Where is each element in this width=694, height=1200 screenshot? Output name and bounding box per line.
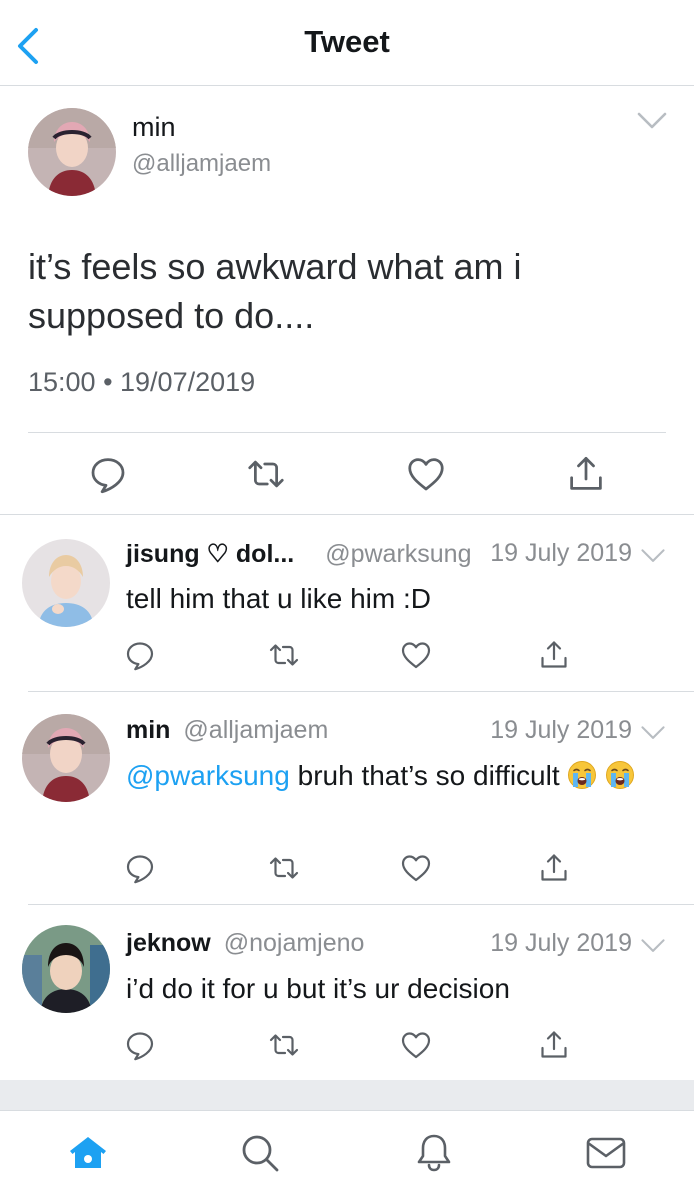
like-icon[interactable]	[400, 852, 432, 884]
chevron-down-icon[interactable]	[636, 110, 668, 132]
reply-icon[interactable]	[124, 1029, 156, 1061]
chevron-down-icon[interactable]	[640, 937, 666, 955]
divider	[28, 432, 666, 433]
avatar[interactable]	[22, 539, 110, 627]
reply-header: min @alljamjaem	[126, 716, 328, 745]
reply-date: 19 July 2019	[490, 716, 632, 744]
avatar[interactable]	[28, 108, 116, 196]
notifications-icon[interactable]	[412, 1131, 456, 1175]
share-icon[interactable]	[538, 852, 570, 884]
like-icon[interactable]	[400, 1029, 432, 1061]
chevron-down-icon[interactable]	[640, 724, 666, 742]
reply-tweet[interactable]: min @alljamjaem 19 July 2019 @pwarksung …	[0, 692, 694, 904]
avatar[interactable]	[22, 925, 110, 1013]
page-title: Tweet	[304, 24, 390, 59]
retweet-icon[interactable]	[268, 639, 300, 671]
search-icon[interactable]	[238, 1131, 282, 1175]
bottom-tab-bar	[0, 1110, 694, 1200]
author-handle[interactable]: @alljamjaem	[183, 716, 328, 744]
share-icon[interactable]	[566, 454, 606, 494]
author-name[interactable]: min	[132, 112, 176, 143]
retweet-icon[interactable]	[268, 852, 300, 884]
reply-tweet[interactable]: jeknow @nojamjeno 19 July 2019 i’d do it…	[0, 905, 694, 1080]
tweet-text: it’s feels so awkward what am i supposed…	[28, 246, 522, 336]
list-footer	[0, 1080, 694, 1110]
reply-icon[interactable]	[88, 454, 128, 494]
retweet-icon[interactable]	[246, 454, 286, 494]
reply-tweet[interactable]: jisung ♡ dol... @pwarksung 19 July 2019 …	[0, 515, 694, 691]
reply-text: tell him that u like him :D	[126, 583, 431, 614]
reply-text: @pwarksung bruh that’s so difficult	[126, 758, 666, 794]
chevron-down-icon[interactable]	[640, 547, 666, 565]
reply-icon[interactable]	[124, 639, 156, 671]
author-handle[interactable]: @alljamjaem	[132, 150, 271, 178]
top-bar: Tweet	[0, 0, 694, 86]
loudly-crying-emoji-icon	[567, 760, 597, 790]
reply-date: 19 July 2019	[490, 929, 632, 957]
reply-header: jeknow @nojamjeno	[126, 929, 364, 958]
mention-link[interactable]: @pwarksung	[126, 760, 290, 791]
reply-text: i’d do it for u but it’s ur decision	[126, 973, 510, 1004]
author-handle[interactable]: @nojamjeno	[224, 929, 365, 957]
retweet-icon[interactable]	[268, 1029, 300, 1061]
author-name[interactable]: jeknow	[126, 929, 211, 957]
author-name[interactable]: min	[126, 716, 170, 744]
reply-header: jisung ♡ dol... @pwarksung	[126, 539, 471, 569]
share-icon[interactable]	[538, 639, 570, 671]
share-icon[interactable]	[538, 1029, 570, 1061]
author-name[interactable]: jisung ♡ dol...	[126, 540, 294, 568]
like-icon[interactable]	[406, 454, 446, 494]
reply-icon[interactable]	[124, 852, 156, 884]
tweet-timestamp: 15:00 • 19/07/2019	[28, 367, 256, 397]
home-icon[interactable]	[66, 1131, 110, 1175]
avatar[interactable]	[22, 714, 110, 802]
loudly-crying-emoji-icon	[605, 760, 635, 790]
reply-date: 19 July 2019	[490, 539, 632, 567]
messages-icon[interactable]	[584, 1131, 628, 1175]
author-handle[interactable]: @pwarksung	[325, 540, 471, 568]
reply-text-body: bruh that’s so difficult	[289, 760, 568, 791]
like-icon[interactable]	[400, 639, 432, 671]
